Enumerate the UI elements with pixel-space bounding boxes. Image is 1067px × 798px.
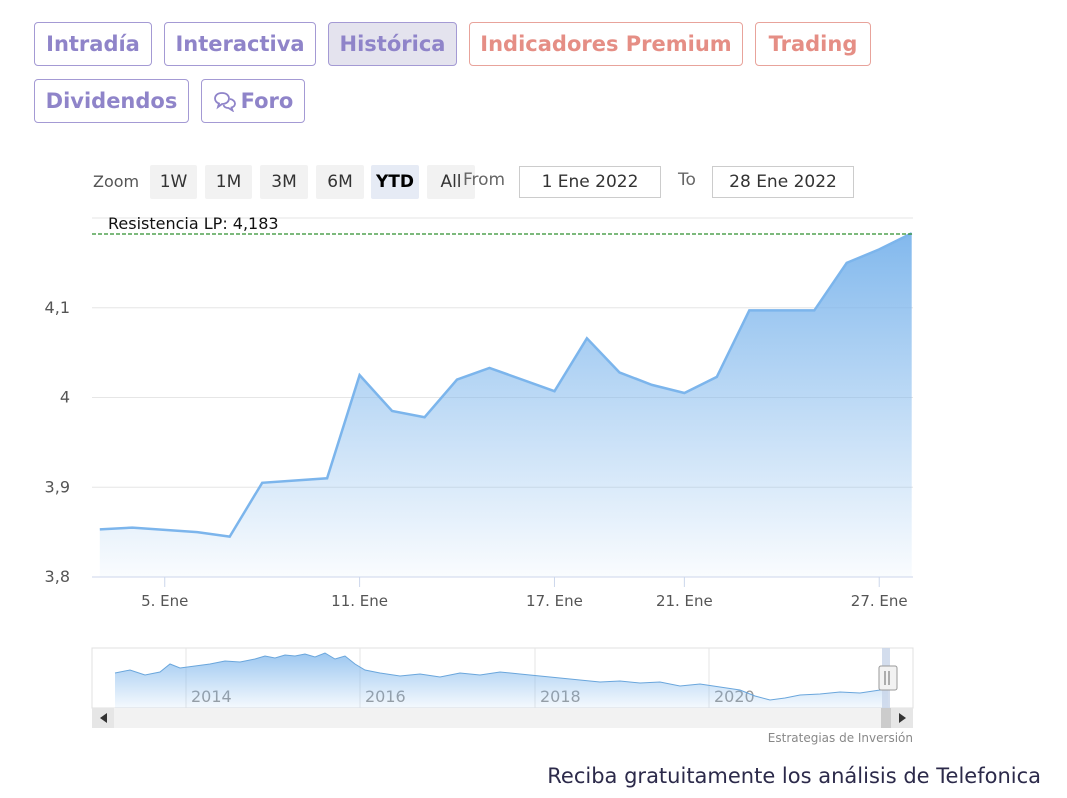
price-area — [99, 233, 912, 578]
chart-credits[interactable]: Estrategias de Inversión — [768, 731, 913, 745]
x-tick-label: 27. Ene — [851, 592, 908, 610]
navigator-scrollbar-thumb[interactable] — [881, 708, 891, 728]
x-tick-label: 17. Ene — [526, 592, 583, 610]
y-tick-label: 3,9 — [45, 477, 70, 496]
navigator-handle[interactable] — [878, 665, 898, 691]
x-tick-label: 11. Ene — [331, 592, 388, 610]
x-tick-label: 5. Ene — [141, 592, 188, 610]
footer-cta[interactable]: Reciba gratuitamente los análisis de Tel… — [547, 764, 1041, 788]
price-chart[interactable]: Resistencia LP: 4,183 3,8 3,9 4 4,1 5. Ene 11… — [0, 0, 1067, 798]
y-tick-label: 3,8 — [45, 567, 70, 586]
x-tick-label: 21. Ene — [656, 592, 713, 610]
resistance-label: Resistencia LP: 4,183 — [108, 214, 279, 233]
y-tick-label: 4 — [60, 388, 70, 407]
navigator-scrollbar[interactable] — [92, 708, 913, 728]
y-tick-label: 4,1 — [45, 298, 70, 317]
